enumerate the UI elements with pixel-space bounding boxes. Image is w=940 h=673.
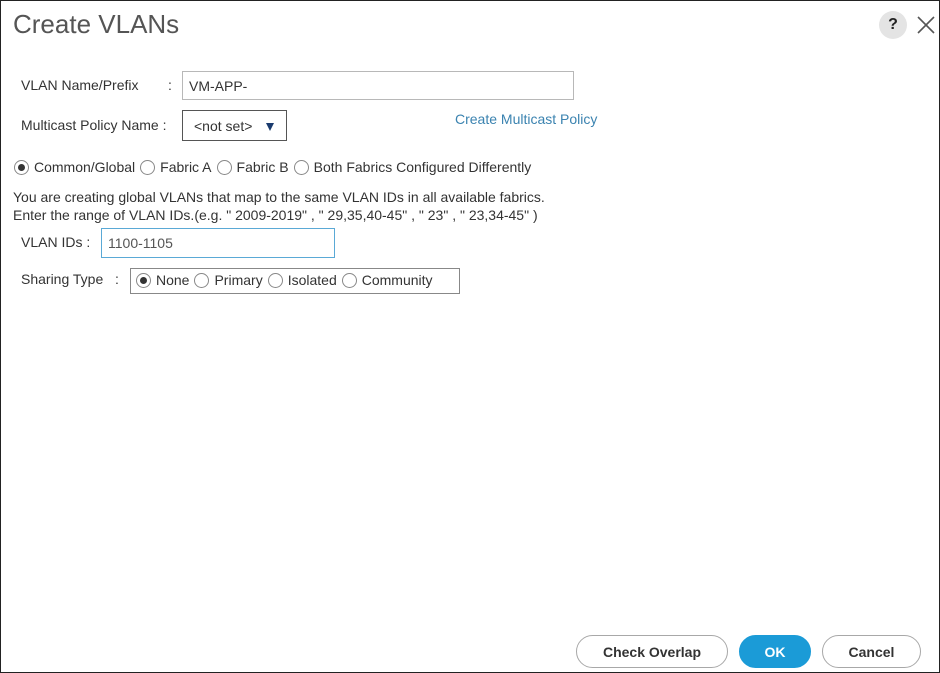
help-icon: ? [888, 16, 898, 33]
info-text-line2: Enter the range of VLAN IDs.(e.g. " 2009… [13, 207, 538, 223]
radio-fabric-b[interactable]: Fabric B [216, 159, 289, 175]
radio-fabric-a[interactable]: Fabric A [140, 159, 212, 175]
radio-unchecked-icon [140, 159, 156, 175]
sharing-radio-row: None Primary Isolated Community [136, 272, 433, 288]
radio-unchecked-icon [267, 272, 283, 288]
vlan-ids-input[interactable] [101, 228, 335, 258]
fabric-radio-group: Common/Global Fabric A Fabric B Both Fab… [14, 159, 531, 175]
radio-sharing-isolated[interactable]: Isolated [267, 272, 337, 288]
caret-down-icon [266, 123, 274, 131]
radio-label: Fabric A [160, 159, 212, 175]
multicast-policy-label: Multicast Policy Name : [21, 117, 167, 133]
radio-unchecked-icon [194, 272, 210, 288]
help-button[interactable]: ? [879, 11, 907, 39]
radio-label: Fabric B [236, 159, 289, 175]
cancel-button[interactable]: Cancel [822, 635, 921, 668]
radio-label: None [156, 272, 190, 288]
create-multicast-policy-link[interactable]: Create Multicast Policy [455, 111, 597, 127]
radio-common-global[interactable]: Common/Global [14, 159, 135, 175]
sharing-type-group: None Primary Isolated Community [130, 268, 460, 294]
radio-sharing-primary[interactable]: Primary [194, 272, 263, 288]
ok-button[interactable]: OK [739, 635, 811, 668]
radio-both-fabrics[interactable]: Both Fabrics Configured Differently [293, 159, 532, 175]
vlan-name-label: VLAN Name/Prefix [21, 77, 139, 93]
radio-checked-icon [136, 272, 151, 288]
check-overlap-button[interactable]: Check Overlap [576, 635, 728, 668]
close-icon [917, 16, 935, 34]
radio-unchecked-icon [216, 159, 232, 175]
create-vlans-dialog: Create VLANs ? VLAN Name/Prefix : Multic… [0, 0, 940, 673]
close-button[interactable] [914, 13, 938, 37]
sharing-type-label: Sharing Type [21, 271, 104, 287]
radio-label: Both Fabrics Configured Differently [313, 159, 532, 175]
radio-label: Primary [214, 272, 263, 288]
radio-checked-icon [14, 159, 29, 175]
vlan-name-colon: : [168, 77, 172, 93]
radio-unchecked-icon [293, 159, 309, 175]
multicast-policy-value: <not set> [194, 118, 253, 134]
vlan-ids-label: VLAN IDs : [21, 234, 91, 250]
multicast-policy-select[interactable]: <not set> [182, 110, 287, 141]
radio-sharing-community[interactable]: Community [341, 272, 433, 288]
radio-label: Common/Global [34, 159, 136, 175]
radio-label: Community [361, 272, 433, 288]
radio-label: Isolated [287, 272, 337, 288]
sharing-type-colon: : [115, 271, 119, 287]
info-text-line1: You are creating global VLANs that map t… [13, 189, 545, 205]
dialog-title: Create VLANs [13, 9, 180, 39]
vlan-name-input[interactable] [182, 71, 574, 100]
radio-unchecked-icon [341, 272, 357, 288]
radio-sharing-none[interactable]: None [136, 272, 189, 288]
